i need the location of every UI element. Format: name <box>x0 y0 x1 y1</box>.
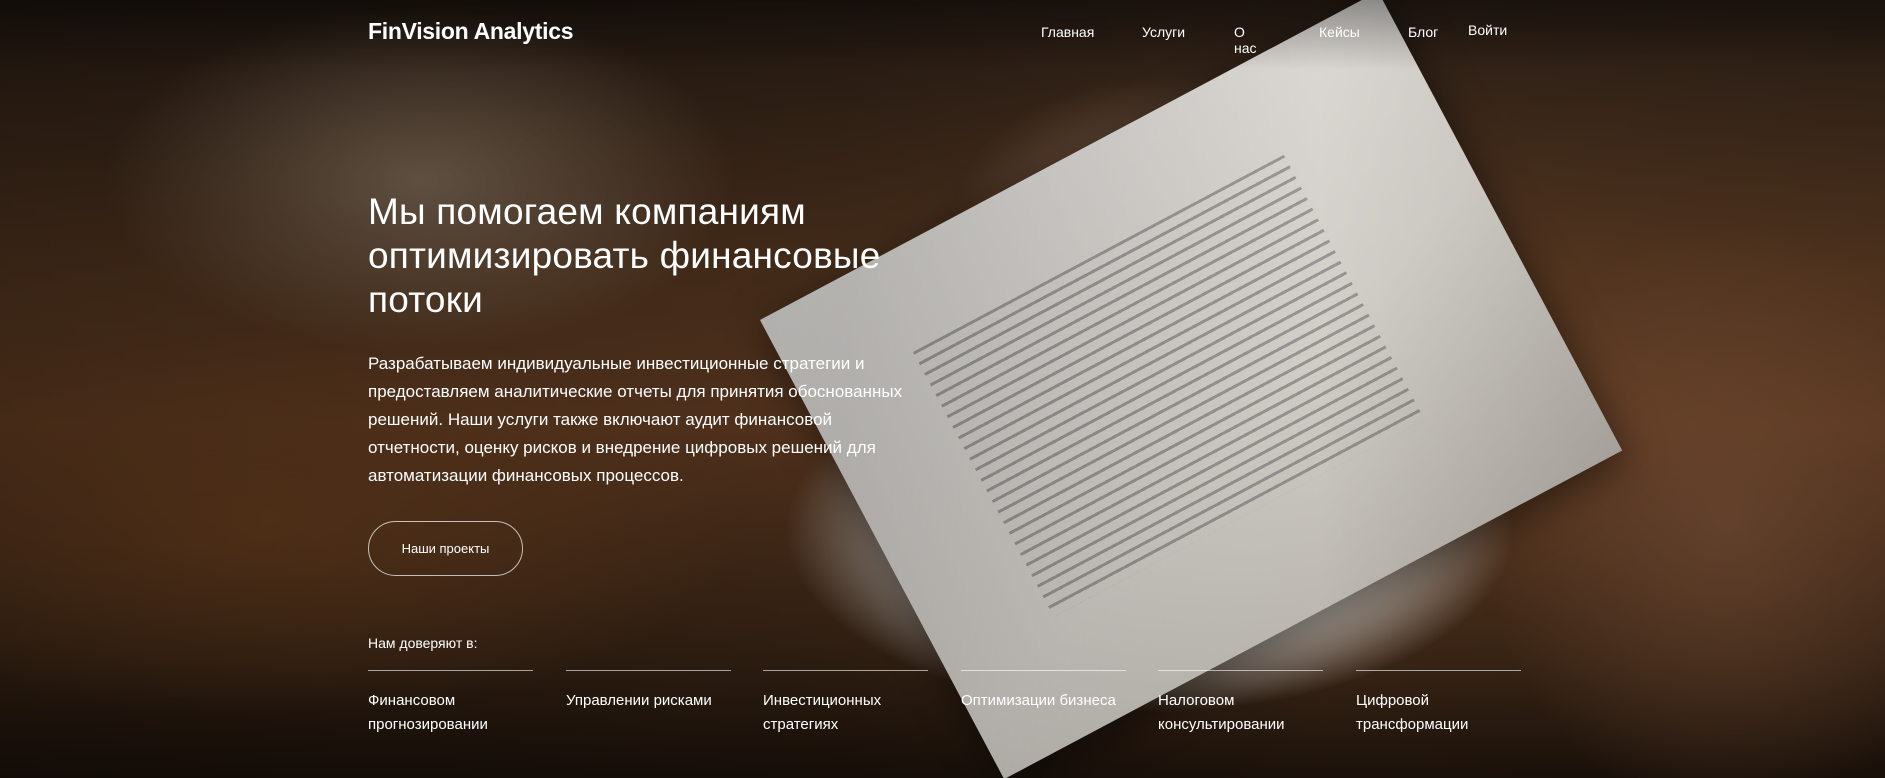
nav-cases[interactable]: Кейсы <box>1319 24 1360 40</box>
hero-description: Разрабатываем индивидуальные инвестицион… <box>368 354 903 485</box>
projects-button[interactable]: Наши проекты <box>368 521 523 576</box>
trust-label: Нам доверяют в: <box>368 635 478 651</box>
trust-list: Финансовом прогнозировании Управлении ри… <box>368 670 1521 760</box>
hero-headline: Мы помогаем компаниям оптимизировать фин… <box>368 191 881 320</box>
trust-item: Финансовом прогнозировании <box>368 670 533 737</box>
header-overlay <box>0 0 1885 70</box>
site-logo[interactable]: FinVision Analytics <box>368 18 573 45</box>
nav-blog[interactable]: Блог <box>1408 24 1438 40</box>
hero-section: FinVision Analytics Главная Услуги О нас… <box>0 0 1885 778</box>
nav-services[interactable]: Услуги <box>1142 24 1185 40</box>
trust-item: Инвестиционных стратегиях <box>763 670 928 737</box>
background-overlay <box>0 0 1885 778</box>
trust-item: Налоговом консультировании <box>1158 670 1323 737</box>
login-link[interactable]: Войти <box>1468 22 1507 38</box>
nav-home[interactable]: Главная <box>1041 24 1094 40</box>
trust-item: Управлении рисками <box>566 670 731 713</box>
nav-about[interactable]: О нас <box>1234 24 1257 56</box>
trust-item: Оптимизации бизнеса <box>961 670 1126 713</box>
trust-item: Цифровой трансформации <box>1356 670 1521 737</box>
